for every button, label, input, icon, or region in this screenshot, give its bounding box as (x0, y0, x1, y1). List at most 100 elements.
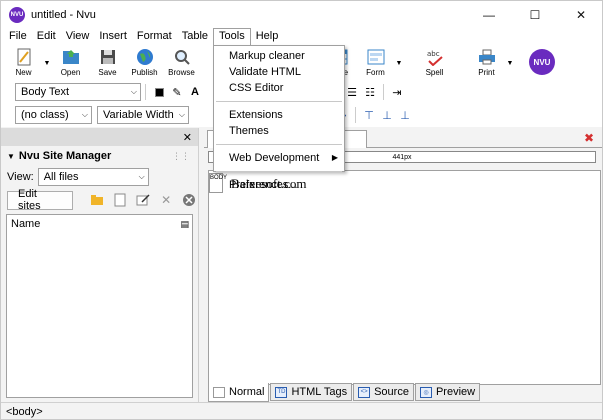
title-bar: NVU untitled - Nvu — ☐ ✕ (1, 1, 602, 28)
tree-column-header: Name ▤ (7, 215, 192, 233)
numbered-list-icon[interactable]: ☰ (343, 83, 361, 101)
font-select-value: Variable Width (103, 109, 174, 121)
browse-label: Browse (168, 68, 195, 77)
app-window: NVU untitled - Nvu — ☐ ✕ File Edit View … (0, 0, 603, 420)
new-label: New (15, 68, 32, 77)
view-filter-select[interactable]: All files ⌵ (37, 168, 149, 186)
publish-label: Publish (131, 68, 158, 77)
window-title: untitled - Nvu (31, 8, 96, 21)
magnifier-icon (173, 48, 191, 66)
floppy-disk-icon (99, 48, 117, 66)
stop-icon[interactable] (180, 191, 198, 209)
preview-icon: ◎ (419, 386, 432, 398)
menu-format[interactable]: Format (132, 28, 177, 46)
menu-insert[interactable]: Insert (94, 28, 132, 46)
editing-canvas[interactable]: BODY Baixesoft.com (208, 170, 601, 385)
bullet-list-icon[interactable]: ☷ (361, 83, 379, 101)
new-folder-icon[interactable] (88, 191, 106, 209)
grip-icon[interactable]: ⋮⋮ (172, 151, 190, 162)
highlight-pen-icon[interactable]: ✎ (168, 83, 186, 101)
close-button[interactable]: ✕ (558, 1, 602, 28)
font-select[interactable]: Variable Width ⌵ (97, 106, 189, 124)
form-label: Form (366, 68, 385, 77)
browse-button[interactable]: Browse (163, 46, 200, 81)
open-button[interactable]: Open (52, 46, 89, 81)
view-row: View: All files ⌵ (1, 166, 198, 188)
rename-icon[interactable] (134, 191, 152, 209)
text-color-icon[interactable] (150, 83, 168, 101)
menu-bar: File Edit View Insert Format Table Tools… (1, 28, 602, 46)
tab-source[interactable]: <> Source (353, 383, 414, 401)
spell-button[interactable]: abc Spell (416, 46, 453, 81)
print-label: Print (478, 68, 495, 77)
paragraph-style-select[interactable]: Body Text ⌵ (15, 83, 141, 101)
form-button[interactable]: Form (357, 46, 394, 81)
menu-edit[interactable]: Edit (32, 28, 61, 46)
tab-html-tags-label: HTML Tags (291, 386, 348, 398)
svg-text:abc: abc (427, 50, 440, 58)
new-file-icon[interactable] (111, 191, 129, 209)
paragraph-style-value: Body Text (21, 86, 70, 98)
minimize-button[interactable]: — (466, 1, 512, 28)
menu-item-extensions[interactable]: Extensions (214, 107, 344, 123)
valign-bottom-icon[interactable]: ⊥ (396, 106, 414, 124)
menu-item-themes[interactable]: Themes (214, 123, 344, 139)
new-button[interactable]: New (5, 46, 42, 81)
collapse-arrow-icon[interactable]: ▼ (7, 152, 15, 161)
toolbar-divider (145, 84, 146, 100)
save-label: Save (98, 68, 117, 77)
menu-divider (216, 144, 342, 145)
indent-icon[interactable]: ⇥ (388, 83, 406, 101)
menu-table[interactable]: Table (177, 28, 213, 46)
nvu-logo: NVU (529, 49, 555, 75)
tab-preview[interactable]: ◎ Preview (414, 383, 481, 401)
class-select[interactable]: (no class) ⌵ (15, 106, 92, 124)
publish-button[interactable]: Publish (126, 46, 163, 81)
name-column-header[interactable]: Name (11, 218, 40, 230)
menu-view[interactable]: View (61, 28, 95, 46)
valign-middle-icon[interactable]: ⊥ (378, 106, 396, 124)
print-dropdown-icon[interactable]: ▼ (505, 46, 515, 81)
maximize-button[interactable]: ☐ (512, 1, 558, 28)
new-doc-icon (15, 48, 33, 66)
ruler-width-label: 441px (392, 153, 412, 161)
spell-label: Spell (425, 68, 444, 77)
delete-icon[interactable]: ✕ (157, 191, 175, 209)
menu-item-css-editor[interactable]: CSS Editor (214, 80, 344, 96)
column-picker-icon[interactable]: ▤ (180, 219, 189, 230)
printer-icon (478, 48, 496, 66)
site-manager-title: Nvu Site Manager (18, 150, 112, 162)
tab-normal-label: Normal (229, 386, 265, 398)
menu-item-preferences[interactable]: Preferences... (214, 177, 344, 193)
font-size-icon[interactable]: A (186, 83, 204, 101)
tab-preview-label: Preview (435, 386, 476, 398)
edit-row: Edit sites ✕ (1, 188, 198, 212)
view-label: View: (7, 171, 34, 183)
form-dropdown-icon[interactable]: ▼ (394, 46, 404, 81)
new-dropdown-icon[interactable]: ▼ (42, 46, 52, 81)
valign-top-icon[interactable]: ⊤ (360, 106, 378, 124)
menu-item-web-development[interactable]: Web Development ▶ (214, 150, 344, 166)
nvu-app-icon: NVU (9, 6, 25, 23)
close-tab-icon[interactable]: ✖ (584, 131, 594, 145)
save-button[interactable]: Save (89, 46, 126, 81)
toolbar-divider (383, 84, 384, 100)
menu-file[interactable]: File (4, 28, 32, 46)
site-manager-header[interactable]: ▼ Nvu Site Manager ⋮⋮ (1, 146, 198, 166)
tab-html-tags[interactable]: TD HTML Tags (270, 383, 353, 401)
view-filter-value: All files (43, 171, 79, 183)
tab-normal[interactable]: Normal (208, 383, 270, 402)
menu-item-validate-html[interactable]: Validate HTML (214, 64, 344, 80)
open-label: Open (60, 68, 81, 77)
element-path[interactable]: <body> (6, 406, 43, 418)
close-icon[interactable]: ✕ (183, 131, 192, 144)
toolbar-divider (355, 107, 356, 123)
print-button[interactable]: Print (468, 46, 505, 81)
edit-sites-button[interactable]: Edit sites (7, 188, 74, 212)
chevron-down-icon: ⌵ (81, 110, 88, 119)
menu-tools[interactable]: Tools (213, 28, 251, 46)
menu-item-markup-cleaner[interactable]: Markup cleaner (214, 48, 344, 64)
site-tree[interactable]: Name ▤ (6, 214, 193, 398)
chevron-down-icon: ⌵ (130, 87, 137, 96)
menu-help[interactable]: Help (251, 28, 284, 46)
